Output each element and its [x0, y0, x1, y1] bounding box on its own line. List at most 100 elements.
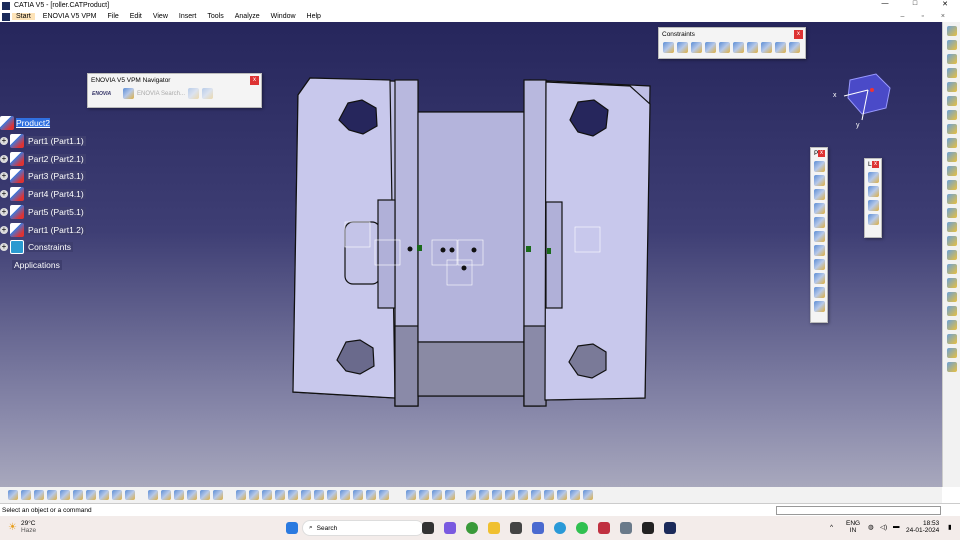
tool-icon[interactable] — [813, 287, 825, 298]
enovia-search-checkbox[interactable]: ENOVIA Search... — [137, 91, 185, 97]
tool-icon[interactable] — [946, 306, 957, 316]
tool-icon[interactable] — [946, 208, 957, 218]
tool-icon[interactable] — [946, 264, 957, 274]
tree-item[interactable]: + Part1 (Part1.2) — [0, 222, 86, 238]
enovia-connect-icon[interactable] — [123, 88, 134, 99]
expand-icon[interactable]: + — [0, 226, 8, 234]
tool-icon[interactable] — [213, 490, 223, 500]
tree-item-label[interactable]: Part4 (Part4.1) — [26, 189, 86, 199]
tool-icon[interactable] — [432, 490, 442, 500]
fly-mode-icon[interactable] — [236, 490, 246, 500]
task-view-icon[interactable] — [422, 522, 434, 534]
tool-icon[interactable] — [479, 490, 489, 500]
paste-icon[interactable] — [86, 490, 96, 500]
tree-item-label[interactable]: Part3 (Part3.1) — [26, 171, 86, 181]
tool-icon[interactable] — [557, 490, 567, 500]
command-input[interactable] — [776, 506, 941, 515]
save-icon[interactable] — [34, 490, 44, 500]
normal-view-icon[interactable] — [314, 490, 324, 500]
tree-item[interactable]: + Part3 (Part3.1) — [0, 168, 86, 184]
tool-icon[interactable] — [946, 278, 957, 288]
enovia-tool-icon[interactable] — [202, 88, 214, 99]
windows-start-icon[interactable] — [286, 522, 298, 534]
tool-icon[interactable] — [445, 490, 455, 500]
tree-item[interactable]: + Part2 (Part2.1) — [0, 151, 86, 167]
compass[interactable]: x y — [833, 70, 896, 130]
notification-icon[interactable]: ▮ — [948, 523, 952, 531]
tool-icon[interactable] — [419, 490, 429, 500]
tool-icon[interactable] — [946, 320, 957, 330]
telegram-icon[interactable] — [554, 522, 566, 534]
fit-all-icon[interactable] — [249, 490, 259, 500]
whatsapp-icon[interactable] — [576, 522, 588, 534]
expand-icon[interactable]: + — [0, 172, 8, 180]
tool-icon[interactable] — [813, 189, 825, 200]
tray-chevron-icon[interactable]: ^ — [830, 524, 833, 531]
tool-icon[interactable] — [187, 490, 197, 500]
chrome-icon[interactable] — [466, 522, 478, 534]
tool-icon[interactable] — [813, 301, 825, 312]
weather-widget[interactable]: ☀ 29°C Haze — [8, 520, 36, 534]
tree-item-label[interactable]: Part1 (Part1.2) — [26, 225, 86, 235]
language-indicator[interactable]: ENG IN — [846, 520, 860, 534]
tool-icon[interactable] — [570, 490, 580, 500]
tool-icon[interactable] — [813, 259, 825, 270]
tool-icon[interactable] — [813, 175, 825, 186]
tool-icon[interactable] — [867, 214, 879, 225]
tool-icon[interactable] — [946, 124, 957, 134]
teams-icon[interactable] — [444, 522, 456, 534]
catia-taskbar-icon[interactable] — [664, 522, 676, 534]
tool-icon[interactable] — [946, 40, 957, 50]
tool-icon[interactable] — [946, 96, 957, 106]
tree-item-label[interactable]: Part1 (Part1.1) — [26, 136, 86, 146]
view-mode-icon[interactable] — [340, 490, 350, 500]
tool-icon[interactable] — [946, 250, 957, 260]
tree-root[interactable]: Product2 — [0, 115, 51, 131]
app-icon[interactable] — [510, 522, 522, 534]
menu-help[interactable]: Help — [307, 13, 321, 20]
formula-icon[interactable] — [148, 490, 158, 500]
tool-icon[interactable] — [946, 222, 957, 232]
menu-start[interactable]: Start — [12, 13, 35, 20]
tool-icon[interactable] — [813, 231, 825, 242]
reuse-pattern-icon[interactable] — [789, 42, 800, 53]
flexible-rigid-icon[interactable] — [761, 42, 772, 53]
tool-icon[interactable] — [867, 186, 879, 197]
tool-icon[interactable] — [531, 490, 541, 500]
zoom-out-icon[interactable] — [301, 490, 311, 500]
doc-minimize-button[interactable]: – — [901, 13, 905, 20]
coincidence-constraint-icon[interactable] — [663, 42, 674, 53]
app-icon[interactable] — [598, 522, 610, 534]
tree-item-label[interactable]: Constraints — [26, 242, 73, 252]
app-icon[interactable] — [532, 522, 544, 534]
views-icon[interactable] — [327, 490, 337, 500]
panel-close-button[interactable]: x — [794, 30, 803, 39]
redo-icon[interactable] — [112, 490, 122, 500]
doc-close-button[interactable]: × — [941, 13, 945, 20]
network-icon[interactable]: ◍ — [868, 523, 874, 531]
cut-icon[interactable] — [60, 490, 70, 500]
rotate-icon[interactable] — [275, 490, 285, 500]
help-icon[interactable] — [125, 490, 135, 500]
settings-icon[interactable] — [620, 522, 632, 534]
tool-icon[interactable] — [466, 490, 476, 500]
angle-constraint-icon[interactable] — [705, 42, 716, 53]
pan-icon[interactable] — [262, 490, 272, 500]
tool-icon[interactable] — [544, 490, 554, 500]
tool-icon[interactable] — [946, 110, 957, 120]
hide-show-icon[interactable] — [353, 490, 363, 500]
tool-icon[interactable] — [406, 490, 416, 500]
tool-icon[interactable] — [200, 490, 210, 500]
tree-item[interactable]: + Part5 (Part5.1) — [0, 204, 86, 220]
tool-icon[interactable] — [867, 200, 879, 211]
menu-view[interactable]: View — [153, 13, 168, 20]
tool-icon[interactable] — [946, 348, 957, 358]
expand-icon[interactable]: + — [0, 208, 8, 216]
expand-icon[interactable]: + — [0, 137, 8, 145]
tool-icon[interactable] — [946, 292, 957, 302]
menu-enovia[interactable]: ENOVIA V5 VPM — [43, 13, 97, 20]
close-button[interactable]: ✕ — [930, 0, 960, 8]
volume-icon[interactable]: ◁) — [880, 523, 887, 531]
print-icon[interactable] — [47, 490, 57, 500]
fix-together-icon[interactable] — [733, 42, 744, 53]
